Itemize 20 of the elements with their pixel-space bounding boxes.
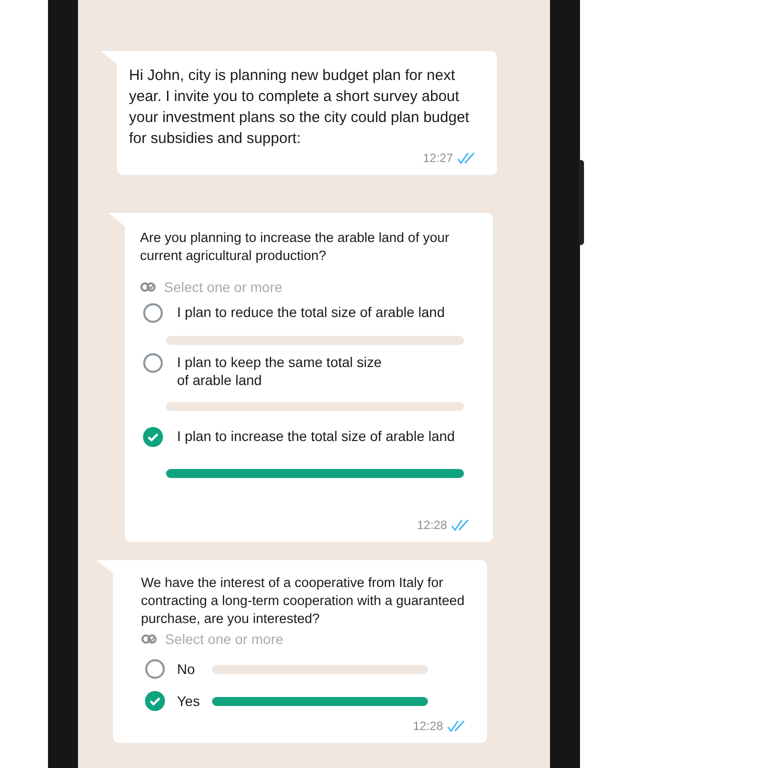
poll-hint: Select one or more <box>164 279 282 295</box>
poll-hint: Select one or more <box>165 631 284 647</box>
double-check-icon <box>140 282 156 292</box>
message-time: 12:28 <box>416 518 447 532</box>
option-radio[interactable] <box>145 659 165 679</box>
option-label: I plan to keep the same total size of arable land <box>177 353 382 389</box>
poll-question: Are you planning to increase the arable land of your current agricultural production? <box>140 229 450 265</box>
message-text: Hi John, city is planning new budget plan for next year. I invite you to complete a short survey about your investment plans so the city could plan budget for subsidies and support: <box>129 66 470 149</box>
option-radio[interactable] <box>143 427 163 447</box>
option-label: Yes <box>177 692 201 710</box>
message-time: 12:28 <box>412 719 443 733</box>
option-radio[interactable] <box>145 691 165 711</box>
poll-question: We have the interest of a cooperative from Italy for contracting a long-term cooperation with a guaranteed purchase, are you interested? <box>141 574 466 628</box>
option-label: I plan to reduce the total size of arable land <box>177 303 445 321</box>
option-radio[interactable] <box>143 353 163 373</box>
double-check-icon <box>141 634 157 644</box>
message-time: 12:27 <box>422 151 453 165</box>
option-label: No <box>177 660 196 678</box>
option-radio[interactable] <box>143 303 163 323</box>
option-label: I plan to increase the total size of arable land <box>177 427 455 445</box>
